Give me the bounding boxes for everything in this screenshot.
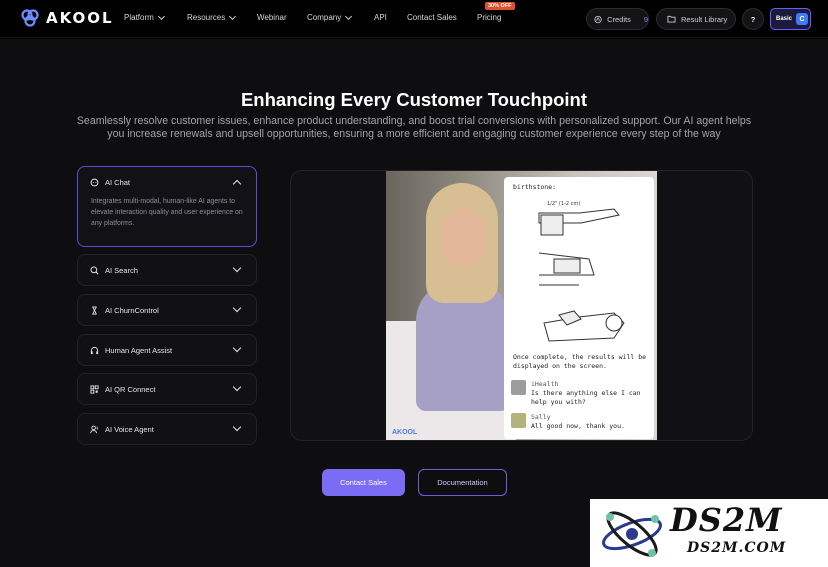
account-plan-button[interactable]: Basic C <box>770 8 811 30</box>
nav-resources[interactable]: Resources <box>187 12 237 22</box>
feature-ai-qr-connect[interactable]: AI QR Connect <box>77 373 257 405</box>
chevron-down-icon <box>232 422 242 432</box>
top-nav: AKOOL Platform Resources Webinar Company… <box>0 0 828 38</box>
feature-ai-qr-connect-header[interactable]: AI QR Connect <box>78 374 256 404</box>
video-watermark: AKOOL <box>392 429 418 436</box>
feature-ai-churncontrol[interactable]: AI ChurnControl <box>77 294 257 326</box>
avatar <box>511 380 526 395</box>
nav-pricing[interactable]: Pricing <box>477 13 501 22</box>
feature-ai-chat[interactable]: AI Chat Integrates multi-modal, human-li… <box>77 166 257 247</box>
folder-icon <box>667 15 676 23</box>
chevron-down-icon <box>229 12 237 20</box>
nav-platform[interactable]: Platform <box>124 12 165 22</box>
contact-sales-button[interactable]: Contact Sales <box>322 469 405 496</box>
chat-message-sally: Sally All good now, thank you. <box>511 413 625 431</box>
chevron-down-icon <box>345 12 353 20</box>
nav-resources-label: Resources <box>187 13 226 22</box>
nav-webinar[interactable]: Webinar <box>257 13 287 22</box>
nav-webinar-label: Webinar <box>257 13 287 22</box>
headset-icon <box>90 346 99 355</box>
ds2m-watermark: DS2M DS2M.COM <box>590 499 828 567</box>
feature-ai-search[interactable]: AI Search <box>77 254 257 286</box>
nav-pricing-label: Pricing <box>477 13 502 22</box>
logo-mark-icon <box>21 9 39 27</box>
feature-ai-voice-agent[interactable]: AI Voice Agent <box>77 413 257 445</box>
card-measure: 1/2" (1-2 cm) <box>547 201 580 207</box>
nav-company-label: Company <box>307 13 342 22</box>
main-section: Enhancing Every Customer Touchpoint Seam… <box>0 39 828 567</box>
qr-icon <box>90 384 99 394</box>
plan-label: Basic <box>776 16 793 22</box>
chevron-up-icon <box>232 179 242 188</box>
credits-icon <box>594 15 602 23</box>
video-person-face <box>441 209 485 267</box>
page-title: Enhancing Every Customer Touchpoint <box>240 89 588 110</box>
avatar: C <box>796 13 809 25</box>
chevron-down-icon <box>232 382 242 392</box>
feature-label: AI Voice Agent <box>105 424 154 434</box>
watermark-domain: DS2M.COM <box>687 540 787 556</box>
nav-contact-sales-label: Contact Sales <box>407 13 457 22</box>
feature-label: AI Search <box>105 265 138 275</box>
documentation-button[interactable]: Documentation <box>418 469 507 496</box>
search-icon <box>90 265 99 275</box>
result-library-button[interactable]: Result Library <box>656 8 736 30</box>
blood-pressure-illustration: 1/2" (1-2 cm) <box>538 201 625 342</box>
hourglass-icon <box>90 305 99 315</box>
help-button[interactable]: ? <box>742 8 764 30</box>
nav-platform-label: Platform <box>124 13 154 22</box>
feature-human-agent-assist[interactable]: Human Agent Assist <box>77 334 257 366</box>
chevron-down-icon <box>232 303 242 313</box>
credits-button[interactable]: Credits 9 <box>586 8 649 30</box>
credits-label: Credits <box>607 14 631 24</box>
chat-message-ihealth: iHealth Is there anything else I can hel… <box>511 380 654 407</box>
nav-company[interactable]: Company <box>307 12 353 22</box>
chevron-down-icon <box>232 343 242 353</box>
feature-ai-chat-header[interactable]: AI Chat <box>78 167 256 197</box>
feature-label: AI Chat <box>105 177 131 187</box>
chevron-down-icon <box>157 12 165 20</box>
chat-icon <box>90 178 99 187</box>
feature-label: AI QR Connect <box>105 384 156 394</box>
nav-api-label: API <box>374 13 387 22</box>
message-sender: iHealth <box>531 380 559 388</box>
feature-ai-search-header[interactable]: AI Search <box>78 255 256 285</box>
logo-text: AKOOL <box>46 9 114 27</box>
feature-human-agent-assist-header[interactable]: Human Agent Assist <box>78 335 256 365</box>
demo-video[interactable]: birthstone: 1/2" (1-2 cm) Once complete,… <box>290 170 753 441</box>
help-icon: ? <box>750 14 756 24</box>
nav-contact-sales[interactable]: Contact Sales <box>407 13 457 22</box>
page-subtitle: Seamlessly resolve customer issues, enha… <box>76 115 752 140</box>
card-done-text: Once complete, the results will be displ… <box>513 353 647 370</box>
voice-agent-icon <box>90 425 99 434</box>
akool-logo[interactable]: AKOOL <box>20 9 114 27</box>
demo-video-frame: birthstone: 1/2" (1-2 cm) Once complete,… <box>386 171 657 440</box>
feature-description: Integrates multi-modal, human-like AI ag… <box>91 198 243 227</box>
message-sender: Sally <box>531 413 551 421</box>
instruction-card: birthstone: 1/2" (1-2 cm) Once complete,… <box>504 177 654 439</box>
promo-badge: 30% OFF <box>485 2 515 10</box>
atom-logo-icon <box>602 511 662 557</box>
watermark-brand: DS2M <box>670 501 783 539</box>
chevron-down-icon <box>232 263 242 273</box>
feature-label: Human Agent Assist <box>105 345 173 355</box>
avatar <box>511 413 526 428</box>
message-text: All good now, thank you. <box>531 422 625 430</box>
nav-api[interactable]: API <box>374 13 387 22</box>
feature-ai-churncontrol-header[interactable]: AI ChurnControl <box>78 295 256 325</box>
message-text: Is there anything else I can help you wi… <box>531 389 641 406</box>
feature-ai-voice-agent-header[interactable]: AI Voice Agent <box>78 414 256 444</box>
card-caption: birthstone: <box>513 183 557 191</box>
credits-value: 9 <box>643 14 648 24</box>
result-library-label: Result Library <box>681 14 728 24</box>
feature-label: AI ChurnControl <box>105 305 159 315</box>
